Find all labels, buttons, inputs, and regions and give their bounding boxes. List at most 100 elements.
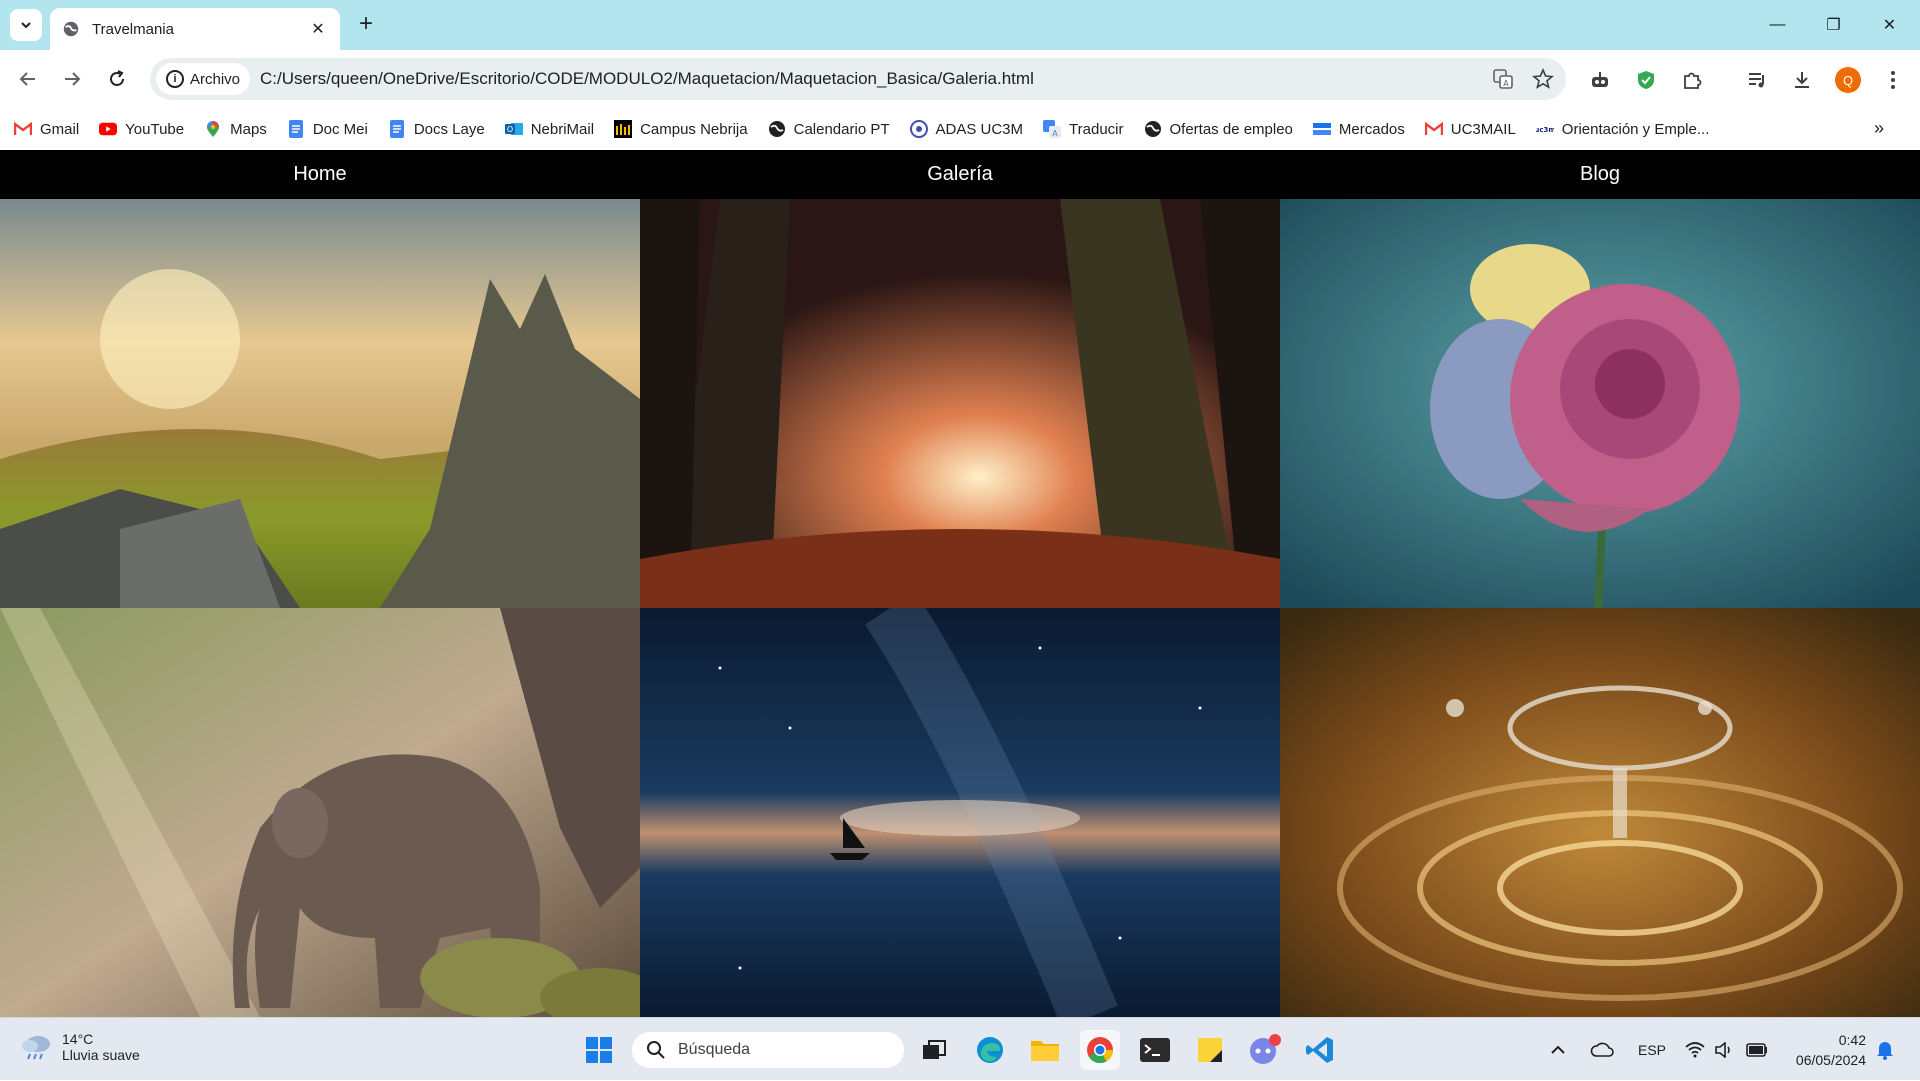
gallery-image-elephant[interactable] xyxy=(0,608,640,1017)
svg-text:A: A xyxy=(1503,79,1509,88)
terminal-app[interactable] xyxy=(1135,1030,1175,1070)
tab-search-button[interactable] xyxy=(10,9,42,41)
menu-kebab-icon[interactable] xyxy=(1876,63,1910,97)
gallery-image-mountain-landscape[interactable] xyxy=(0,199,640,608)
gmail-icon xyxy=(14,120,32,138)
weather-temperature: 14°C xyxy=(62,1031,94,1047)
windows-taskbar: 14°C Lluvia suave Búsqueda ESP 0:42 06/0… xyxy=(0,1017,1920,1080)
nav-galeria-link[interactable]: Galería xyxy=(640,150,1280,199)
bookmark-label: ADAS UC3M xyxy=(935,120,1024,138)
translate-page-icon[interactable]: A xyxy=(1486,62,1520,96)
address-bar[interactable]: i Archivo C:/Users/queen/OneDrive/Escrit… xyxy=(150,58,1566,100)
bookmark-uc3mail[interactable]: UC3MAIL xyxy=(1424,120,1516,138)
bookmark-gmail[interactable]: Gmail xyxy=(14,120,79,138)
bookmark-traducir[interactable]: A Traducir xyxy=(1043,120,1124,138)
url-text[interactable]: C:/Users/queen/OneDrive/Escritorio/CODE/… xyxy=(260,69,1486,89)
more-bookmarks-chevron-icon[interactable]: » xyxy=(1874,118,1884,139)
arrow-left-icon xyxy=(19,72,35,86)
gallery-image-autumn-forest[interactable] xyxy=(640,199,1280,608)
svg-text:A: A xyxy=(1052,129,1058,138)
bookmark-label: Gmail xyxy=(40,120,80,138)
downloads-icon[interactable] xyxy=(1785,63,1819,97)
minimize-button[interactable]: — xyxy=(1750,0,1805,50)
svg-text:O: O xyxy=(507,125,513,134)
restore-button[interactable]: ❐ xyxy=(1806,0,1861,50)
system-clock[interactable]: 0:42 06/05/2024 xyxy=(1796,1030,1866,1070)
clock-time: 0:42 xyxy=(1838,1032,1866,1048)
discord-app[interactable] xyxy=(1245,1030,1285,1070)
bookmark-maps[interactable]: Maps xyxy=(204,120,267,138)
taskbar-search[interactable]: Búsqueda xyxy=(632,1032,904,1068)
bookmark-nebrimail[interactable]: O NebriMail xyxy=(504,120,594,138)
onedrive-tray-icon[interactable] xyxy=(1590,1018,1614,1081)
bookmark-calendario-pt[interactable]: Calendario PT xyxy=(768,120,890,138)
vscode-app[interactable] xyxy=(1300,1030,1340,1070)
chrome-app[interactable] xyxy=(1080,1030,1120,1070)
gallery-image-water-drop-splash[interactable] xyxy=(1280,608,1920,1017)
discord-icon xyxy=(1250,1034,1281,1064)
language-indicator[interactable]: ESP xyxy=(1638,1018,1666,1081)
close-tab-icon[interactable]: ✕ xyxy=(308,19,328,39)
reload-button[interactable] xyxy=(101,63,133,95)
chevron-up-icon xyxy=(1551,1045,1565,1054)
extensions-puzzle-icon[interactable] xyxy=(1675,63,1709,97)
bookmark-label: Calendario PT xyxy=(793,120,890,138)
bookmark-youtube[interactable]: YouTube xyxy=(99,120,184,138)
shield-extension-icon[interactable] xyxy=(1629,63,1663,97)
battery-icon[interactable] xyxy=(1746,1018,1768,1081)
bookmark-docs-laye[interactable]: Docs Laye xyxy=(388,120,485,138)
file-explorer-app[interactable] xyxy=(1025,1030,1065,1070)
gallery-image-sailboat-night-sky[interactable] xyxy=(640,608,1280,1017)
bookmark-orientacion-empleo[interactable]: uc3m Orientación y Emple... xyxy=(1536,120,1710,138)
bookmarks-bar: Gmail YouTube Maps Doc Mei Docs Laye O N… xyxy=(0,108,1920,150)
docs-icon xyxy=(388,120,406,138)
show-hidden-icons-button[interactable] xyxy=(1550,1018,1566,1081)
sticky-notes-app[interactable] xyxy=(1190,1030,1230,1070)
active-tab[interactable]: Travelmania ✕ xyxy=(50,8,340,50)
forward-button[interactable] xyxy=(56,63,88,95)
bookmark-ofertas-empleo[interactable]: Ofertas de empleo xyxy=(1144,120,1293,138)
outlook-icon: O xyxy=(504,120,523,138)
media-control-icon[interactable] xyxy=(1740,63,1774,97)
search-placeholder: Búsqueda xyxy=(678,1041,751,1058)
browser-toolbar: i Archivo C:/Users/queen/OneDrive/Escrit… xyxy=(0,50,1920,108)
bookmark-label: Traducir xyxy=(1069,120,1124,138)
bookmark-label: Ofertas de empleo xyxy=(1169,120,1293,138)
bookmark-doc-mei[interactable]: Doc Mei xyxy=(287,120,368,138)
bookmark-label: UC3MAIL xyxy=(1450,120,1516,138)
profile-button[interactable]: Q xyxy=(1831,63,1865,97)
bookmark-adas-uc3m[interactable]: ADAS UC3M xyxy=(909,120,1024,138)
task-view-button[interactable] xyxy=(914,1030,954,1070)
site-info-label: Archivo xyxy=(190,70,241,88)
volume-icon[interactable] xyxy=(1714,1018,1734,1081)
gallery-image-rose-flower[interactable] xyxy=(1280,199,1920,608)
edge-icon xyxy=(977,1037,1003,1063)
back-button[interactable] xyxy=(12,63,44,95)
notifications-bell-icon[interactable] xyxy=(1876,1018,1894,1081)
close-window-button[interactable]: ✕ xyxy=(1862,0,1917,50)
new-tab-button[interactable]: + xyxy=(352,11,380,39)
adas-icon xyxy=(909,120,928,138)
globe-icon xyxy=(1144,120,1162,138)
photo-gallery xyxy=(0,199,1920,1017)
nav-blog-link[interactable]: Blog xyxy=(1280,150,1920,199)
vscode-icon xyxy=(1306,1037,1333,1063)
weather-widget[interactable]: 14°C Lluvia suave xyxy=(20,1031,140,1063)
edge-app[interactable] xyxy=(970,1030,1010,1070)
start-button[interactable] xyxy=(579,1030,619,1070)
bookmark-label: YouTube xyxy=(125,120,185,138)
bookmark-star-icon[interactable] xyxy=(1526,62,1560,96)
search-icon xyxy=(647,1041,665,1059)
bookmark-label: Doc Mei xyxy=(312,120,368,138)
info-icon: i xyxy=(166,70,184,88)
nav-home-link[interactable]: Home xyxy=(0,150,640,199)
wifi-icon[interactable] xyxy=(1685,1018,1705,1081)
chevron-down-icon xyxy=(21,22,31,29)
bookmark-campus-nebrija[interactable]: Campus Nebrija xyxy=(614,120,748,138)
site-info-chip[interactable]: i Archivo xyxy=(156,63,251,95)
bookmark-mercados[interactable]: Mercados xyxy=(1312,120,1405,138)
extension-robot-icon[interactable] xyxy=(1583,63,1617,97)
bookmark-label: Orientación y Emple... xyxy=(1561,120,1710,138)
bookmark-label: Maps xyxy=(230,120,267,138)
site-nav: Home Galería Blog xyxy=(0,150,1920,199)
